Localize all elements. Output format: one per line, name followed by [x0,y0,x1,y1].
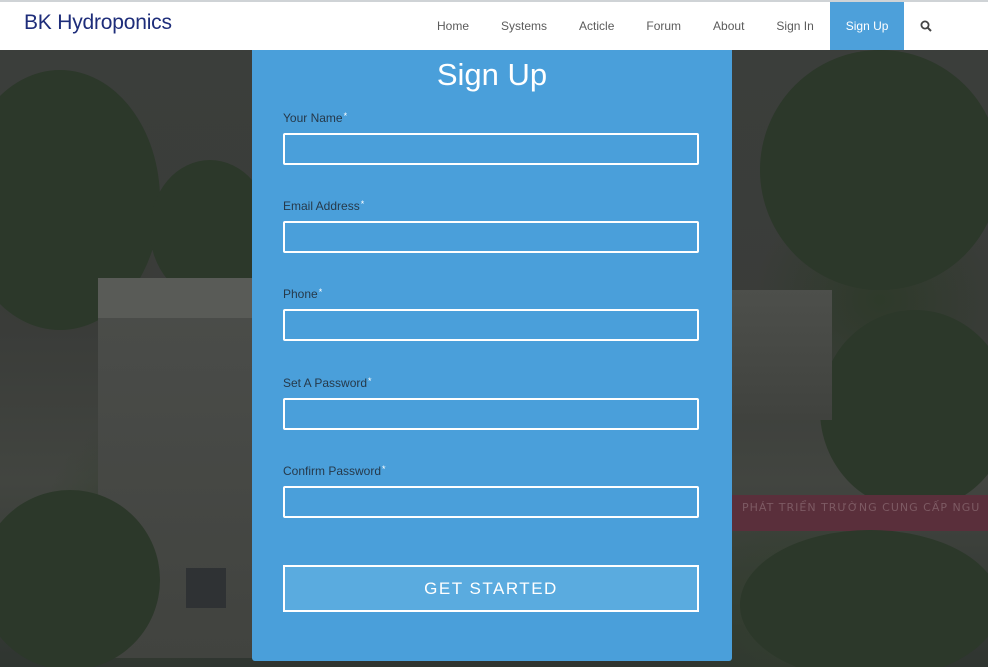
banner-text: PHÁT TRIỂN TRƯỜNG CUNG CẤP NGU [742,501,981,514]
search-button[interactable] [904,2,948,50]
get-started-button[interactable]: GET STARTED [283,565,699,612]
page-title: Sign Up [436,57,548,92]
building-window [186,568,226,608]
email-label-text: Email Address [283,199,360,213]
password-label: Set A Password* [283,376,372,390]
nav-systems[interactable]: Systems [485,2,563,50]
phone-input[interactable] [283,309,699,341]
main-nav: Home Systems Acticle Forum About Sign In… [421,2,948,50]
password-input[interactable] [283,398,699,430]
nav-article[interactable]: Acticle [563,2,630,50]
email-label: Email Address* [283,199,364,213]
building-right [732,290,832,420]
name-label: Your Name* [283,111,347,125]
required-marker: * [318,287,323,297]
required-marker: * [343,111,348,121]
required-marker: * [368,376,372,386]
phone-label: Phone* [283,287,322,301]
tree-shape [740,530,988,667]
confirm-password-label-text: Confirm Password [283,464,382,478]
nav-sign-in[interactable]: Sign In [760,2,829,50]
nav-home[interactable]: Home [421,2,485,50]
nav-sign-up[interactable]: Sign Up [829,2,905,50]
nav-about[interactable]: About [697,2,760,50]
search-icon [920,20,933,32]
top-navbar: BK Hydroponics Home Systems Acticle Foru… [0,0,988,50]
phone-label-text: Phone [283,287,318,301]
required-marker: * [360,199,365,209]
required-marker: * [382,464,386,474]
signup-card: Sign Up Your Name* Email Address* Phone*… [252,50,732,661]
confirm-password-input[interactable] [283,486,699,518]
tree-shape [760,50,988,290]
background-banner: PHÁT TRIỂN TRƯỜNG CUNG CẤP NGU [732,495,988,531]
nav-forum[interactable]: Forum [630,2,697,50]
confirm-password-label: Confirm Password* [283,464,386,478]
tree-shape [820,310,988,510]
name-input[interactable] [283,133,699,165]
brand-logo[interactable]: BK Hydroponics [24,11,172,35]
password-label-text: Set A Password [283,376,368,390]
email-input[interactable] [283,221,699,253]
building-roof [98,278,258,318]
name-label-text: Your Name [283,111,343,125]
